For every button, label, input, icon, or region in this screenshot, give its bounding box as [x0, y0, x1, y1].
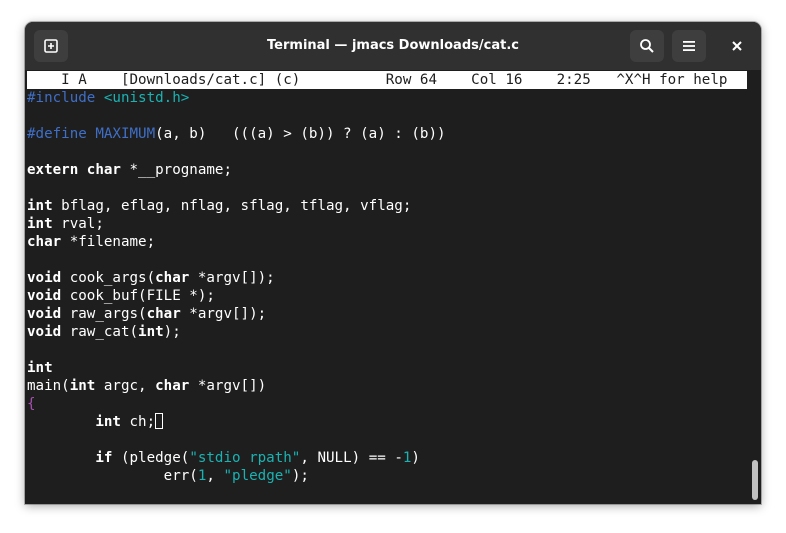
code-token: int: [27, 216, 53, 232]
code-token: void: [27, 306, 62, 322]
code-view[interactable]: #include <unistd.h> #define MAXIMUM(a, b)…: [27, 89, 745, 485]
close-icon: [732, 41, 742, 51]
code-token: "pledge": [223, 468, 292, 484]
code-line: void raw_cat(int);: [27, 323, 745, 341]
code-token: bflag, eflag, nflag, sflag, tflag, vflag…: [52, 198, 412, 214]
code-token: cook_buf(FILE *);: [61, 288, 215, 304]
code-token: (pledge(: [112, 450, 190, 466]
code-token: #include: [27, 90, 104, 106]
code-token: , NULL) == -: [300, 450, 403, 466]
code-token: int: [27, 198, 53, 214]
code-token: int: [138, 324, 164, 340]
menu-button[interactable]: [672, 30, 706, 62]
code-token: );: [163, 324, 181, 340]
code-line: void cook_buf(FILE *);: [27, 287, 745, 305]
code-line: int: [27, 359, 745, 377]
code-token: char: [27, 234, 62, 250]
code-token: void: [27, 324, 62, 340]
hamburger-menu-icon: [683, 41, 695, 51]
code-line: int bflag, eflag, nflag, sflag, tflag, v…: [27, 197, 745, 215]
code-token: main(: [27, 378, 70, 394]
code-token: char: [86, 162, 121, 178]
code-token: char: [146, 306, 181, 322]
new-tab-icon: [44, 39, 58, 53]
code-line: err(1, "pledge");: [27, 467, 745, 485]
code-token: *argv[]): [189, 378, 267, 394]
code-token: if: [95, 450, 113, 466]
code-line: #define MAXIMUM(a, b) (((a) > (b)) ? (a)…: [27, 125, 745, 143]
code-token: *argv[]);: [180, 306, 267, 322]
code-token: *argv[]);: [189, 270, 275, 286]
code-token: *__progname;: [120, 162, 233, 178]
code-token: ch;: [120, 414, 156, 430]
code-token: #define: [27, 126, 96, 142]
text-cursor: [155, 413, 164, 429]
code-line: void cook_args(char *argv[]);: [27, 269, 745, 287]
code-token: ): [411, 450, 420, 466]
code-token: *filename;: [61, 234, 156, 250]
editor-status-line: I A [Downloads/cat.c] (c) Row 64 Col 16 …: [27, 71, 747, 89]
code-line: int rval;: [27, 215, 745, 233]
code-line: main(int argc, char *argv[]): [27, 377, 745, 395]
code-token: raw_cat(: [61, 324, 139, 340]
code-token: int: [95, 414, 121, 430]
code-line: #include <unistd.h>: [27, 89, 745, 107]
code-token: int: [69, 378, 96, 394]
code-line: char *filename;: [27, 233, 745, 251]
code-token: MAXIMUM: [95, 126, 156, 142]
code-line: if (pledge("stdio rpath", NULL) == -1): [27, 449, 745, 467]
code-line: int ch;: [27, 413, 745, 431]
code-token: cook_args(: [61, 270, 156, 286]
terminal-area[interactable]: I A [Downloads/cat.c] (c) Row 64 Col 16 …: [25, 70, 761, 504]
code-token: "stdio rpath": [189, 450, 301, 466]
code-token: argc,: [95, 378, 156, 394]
titlebar: Terminal — jmacs Downloads/cat.c: [25, 22, 761, 71]
code-token: extern: [27, 162, 79, 178]
code-line: void raw_args(char *argv[]);: [27, 305, 745, 323]
code-token: (a, b) (((a) > (b)) ? (a) : (b)): [155, 126, 446, 142]
code-token: err(: [27, 468, 198, 484]
code-token: char: [155, 270, 190, 286]
code-token: char: [155, 378, 190, 394]
search-button[interactable]: [630, 30, 664, 62]
code-token: );: [291, 468, 309, 484]
search-icon: [640, 39, 654, 53]
scrollbar[interactable]: [752, 460, 758, 500]
code-token: void: [27, 270, 62, 286]
code-token: int: [27, 360, 53, 376]
code-token: ,: [206, 468, 224, 484]
code-line: {: [27, 395, 745, 413]
code-token: void: [27, 288, 62, 304]
close-button[interactable]: [720, 30, 754, 62]
code-line: extern char *__progname;: [27, 161, 745, 179]
new-tab-button[interactable]: [34, 30, 68, 62]
code-token: {: [27, 396, 36, 412]
code-token: raw_args(: [61, 306, 147, 322]
terminal-window: Terminal — jmacs Downloads/cat.c I A [Do…: [25, 22, 761, 504]
code-token: <unistd.h>: [103, 90, 190, 106]
code-token: rval;: [52, 216, 104, 232]
